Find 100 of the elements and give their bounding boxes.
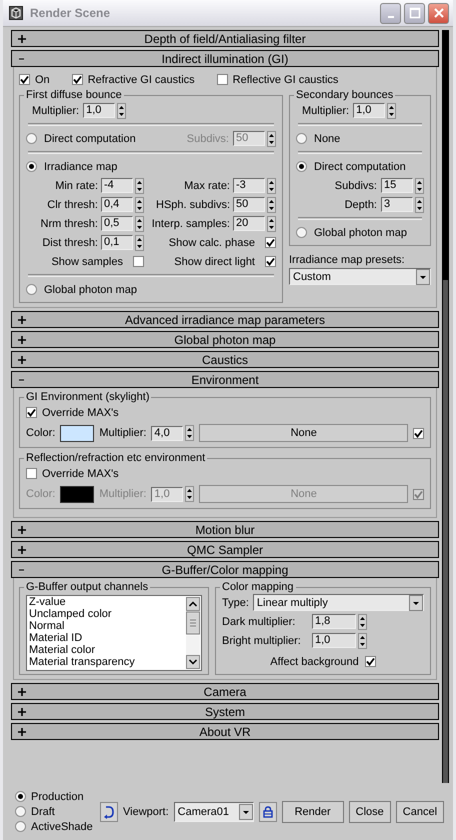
- scrollbar[interactable]: [442, 30, 449, 783]
- list-item[interactable]: Material ID: [29, 632, 185, 644]
- spinner-arrows[interactable]: [415, 196, 424, 212]
- rollout-header[interactable]: Motion blur: [11, 521, 439, 538]
- maximize-button[interactable]: [404, 2, 425, 24]
- close-button[interactable]: [428, 2, 449, 24]
- checkbox[interactable]: [26, 407, 37, 418]
- radio-label: Global photon map: [44, 284, 137, 296]
- color-swatch[interactable]: [60, 424, 94, 442]
- number-field[interactable]: 15: [381, 178, 413, 193]
- checkbox[interactable]: [413, 428, 424, 438]
- number-field[interactable]: 0,1: [101, 235, 133, 250]
- radio-button[interactable]: [296, 227, 307, 238]
- rollout-header[interactable]: G-Buffer/Color mapping: [11, 561, 439, 578]
- rollout-header[interactable]: QMC Sampler: [11, 541, 439, 558]
- list-item[interactable]: Material transparency: [29, 656, 185, 668]
- number-field[interactable]: 50: [233, 197, 265, 212]
- map-button[interactable]: None: [199, 424, 408, 442]
- checkbox-label: Show direct light: [174, 256, 255, 268]
- rollout-header[interactable]: Advanced irradiance map parameters: [11, 311, 439, 328]
- list-item[interactable]: Material color: [29, 644, 185, 656]
- app-icon: [9, 6, 23, 20]
- number-field[interactable]: 4,0: [151, 426, 184, 440]
- checkbox[interactable]: [133, 256, 144, 267]
- spinner-arrows[interactable]: [185, 486, 194, 502]
- spinner-arrows[interactable]: [135, 178, 144, 194]
- field-label: Multiplier:: [99, 427, 146, 439]
- rollout-header[interactable]: System: [11, 703, 439, 720]
- number-field[interactable]: 1,0: [312, 633, 356, 648]
- field-label: Min rate:: [55, 180, 98, 192]
- radio-button[interactable]: [296, 133, 307, 144]
- dialog-button[interactable]: Cancel: [396, 800, 444, 822]
- list-item[interactable]: Normal: [29, 620, 185, 632]
- spinner-arrows[interactable]: [267, 216, 276, 232]
- radio-button[interactable]: [15, 821, 26, 832]
- spinner-arrows[interactable]: [267, 178, 276, 194]
- checkbox[interactable]: [364, 656, 376, 667]
- spinner-arrows[interactable]: [117, 102, 126, 118]
- number-field[interactable]: -3: [233, 178, 265, 193]
- rollout-header[interactable]: Depth of field/Antialiasing filter: [11, 30, 439, 47]
- type-dropdown[interactable]: Linear multiply: [252, 594, 424, 611]
- radio-button[interactable]: [296, 161, 307, 172]
- rollout-header[interactable]: Indirect illumination (GI): [11, 50, 439, 67]
- spinner-arrows[interactable]: [267, 196, 276, 212]
- lock-button[interactable]: [258, 802, 277, 822]
- rollout-header[interactable]: About VR: [11, 723, 439, 740]
- number-field[interactable]: 3: [381, 197, 413, 212]
- dialog-button[interactable]: Close: [348, 800, 391, 822]
- number-field[interactable]: 1,0: [353, 103, 386, 118]
- scrollbar[interactable]: [186, 597, 200, 669]
- spinner-arrows[interactable]: [135, 216, 144, 232]
- radio-label: Global photon map: [314, 226, 407, 238]
- list-item[interactable]: Unclamped color: [29, 608, 185, 620]
- number-field[interactable]: 20: [233, 216, 265, 231]
- rollout-header[interactable]: Caustics: [11, 351, 439, 368]
- field-label: Dist thresh:: [42, 236, 98, 248]
- rollout-header[interactable]: Environment: [11, 371, 439, 388]
- spinner-arrows[interactable]: [185, 425, 194, 441]
- rollout-header[interactable]: Global photon map: [11, 331, 439, 348]
- radio-label: ActiveShade: [31, 820, 93, 832]
- radio-label: Direct computation: [44, 132, 136, 144]
- number-field[interactable]: 0,4: [101, 197, 133, 212]
- toggle-button[interactable]: [100, 802, 118, 822]
- viewport-dropdown[interactable]: Camera01: [174, 802, 254, 822]
- spinner-arrows[interactable]: [358, 614, 367, 630]
- checkbox[interactable]: [72, 74, 83, 85]
- spinner-arrows[interactable]: [135, 234, 144, 250]
- number-field[interactable]: -4: [101, 178, 133, 193]
- spinner-arrows[interactable]: [415, 178, 424, 194]
- lock-icon: [262, 806, 273, 818]
- checkbox[interactable]: [265, 256, 276, 267]
- radio-button[interactable]: [26, 133, 37, 144]
- dialog-button[interactable]: Render: [282, 800, 344, 822]
- plus-icon: [18, 728, 26, 736]
- radio-button[interactable]: [26, 284, 37, 295]
- spinner-arrows[interactable]: [135, 196, 144, 212]
- number-field[interactable]: 1,0: [83, 103, 116, 118]
- radio-button[interactable]: [15, 791, 26, 802]
- plus-icon: [18, 34, 26, 42]
- plus-icon: [18, 526, 26, 534]
- channel-list[interactable]: Z-value Unclamped color Normal Material ID Material color Material transparency: [26, 595, 202, 671]
- spinner-arrows[interactable]: [358, 632, 367, 648]
- presets-dropdown[interactable]: Custom: [289, 268, 431, 285]
- number-field[interactable]: 0,5: [101, 216, 133, 231]
- radio-button[interactable]: [15, 806, 26, 817]
- checkbox[interactable]: [19, 74, 30, 85]
- field-label: Depth:: [344, 198, 377, 210]
- checkbox[interactable]: [216, 74, 228, 85]
- rollout-header[interactable]: Camera: [11, 683, 439, 700]
- checkbox-label: Override MAX's: [42, 406, 119, 418]
- field-label: Viewport:: [123, 806, 169, 818]
- checkbox-label: On: [35, 74, 50, 86]
- radio-button[interactable]: [26, 161, 37, 172]
- list-item[interactable]: Z-value: [29, 596, 185, 608]
- spinner-arrows[interactable]: [267, 130, 276, 146]
- minimize-button[interactable]: [380, 2, 401, 24]
- number-field[interactable]: 1,8: [312, 614, 356, 629]
- checkbox[interactable]: [265, 237, 276, 248]
- spinner-arrows[interactable]: [387, 102, 396, 118]
- field-label: Max rate:: [184, 180, 230, 192]
